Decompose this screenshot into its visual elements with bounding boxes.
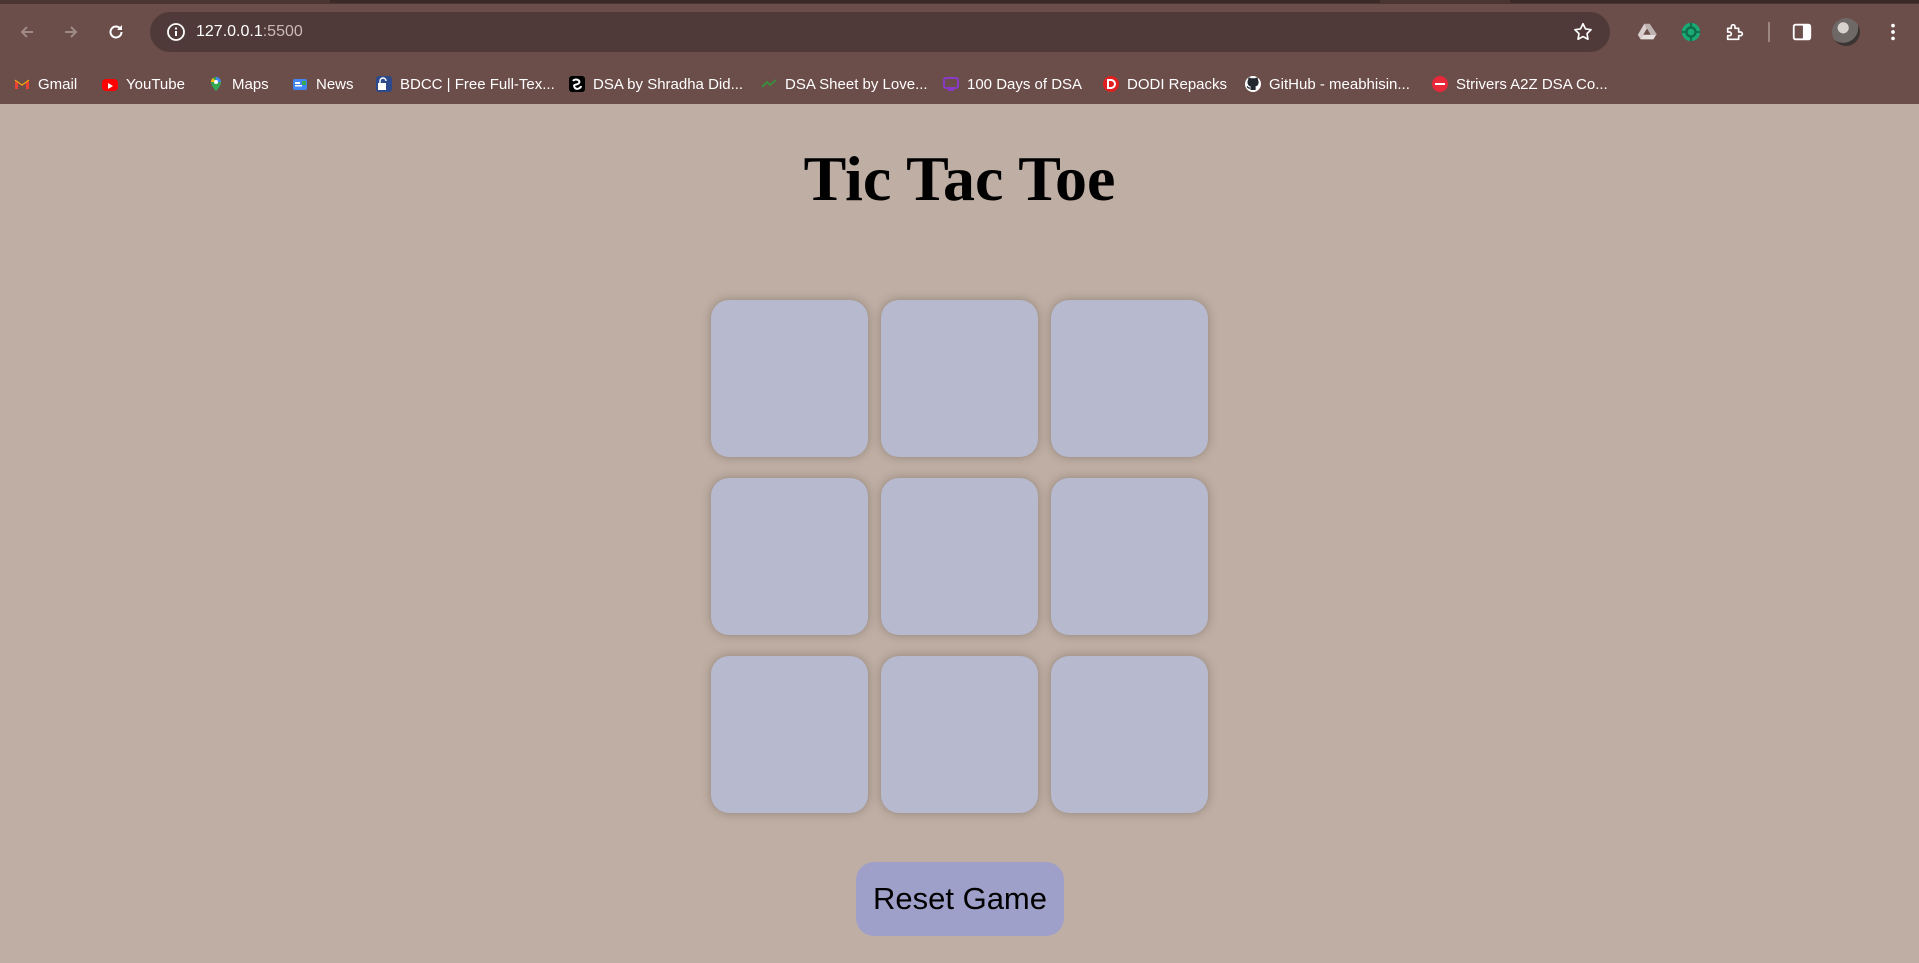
reset-game-button[interactable]: Reset Game	[856, 862, 1064, 936]
bookmark-label: Maps	[232, 75, 269, 93]
side-panel-icon[interactable]	[1788, 18, 1816, 46]
github-icon	[1245, 76, 1261, 92]
tuf-icon	[1432, 76, 1448, 92]
address-bar[interactable]: 127.0.0.1:5500	[150, 12, 1610, 52]
bookmark-label: DSA by Shradha Did...	[593, 75, 744, 93]
news-icon	[292, 76, 308, 92]
youtube-icon	[102, 79, 118, 91]
forward-arrow-icon	[65, 26, 78, 38]
bookmark-label: Strivers A2Z DSA Co...	[1456, 75, 1608, 93]
forward-button[interactable]	[53, 14, 89, 50]
extensions-puzzle-icon[interactable]	[1721, 18, 1749, 46]
reload-icon	[109, 25, 123, 39]
reload-button[interactable]	[98, 14, 134, 50]
bookmark-gmail[interactable]: Gmail	[14, 72, 77, 96]
bookmark-strivers[interactable]: Strivers A2Z DSA Co...	[1432, 72, 1608, 96]
bookmarks-bar: Gmail YouTube Maps News BDCC | Free Full…	[0, 64, 1919, 104]
page-title: Tic Tac Toe	[803, 143, 1116, 214]
url-port: :5500	[262, 23, 303, 40]
chatgpt-extension-icon[interactable]	[1677, 18, 1705, 46]
browser-toolbar: 127.0.0.1:5500	[0, 0, 1919, 64]
board-cell-5[interactable]	[881, 478, 1038, 635]
board-cell-7[interactable]	[711, 656, 868, 813]
bdcc-icon	[376, 76, 392, 92]
bookmark-star-icon[interactable]	[1572, 21, 1594, 43]
bookmark-dodi[interactable]: DODI Repacks	[1103, 72, 1227, 96]
back-button[interactable]	[9, 14, 45, 50]
bookmark-news[interactable]: News	[292, 72, 354, 96]
back-arrow-icon	[20, 26, 33, 38]
tab-strip-active	[330, 0, 1380, 3]
bookmark-youtube[interactable]: YouTube	[102, 72, 185, 96]
bookmark-label: DODI Repacks	[1127, 75, 1228, 93]
bookmark-label: BDCC | Free Full-Tex...	[400, 75, 555, 93]
100-days-icon	[943, 76, 959, 92]
board-cell-3[interactable]	[1051, 300, 1208, 457]
bookmark-label: 100 Days of DSA	[967, 75, 1083, 93]
bookmark-bdcc[interactable]: BDCC | Free Full-Tex...	[376, 72, 555, 96]
tab-strip-inactive	[1510, 0, 1919, 3]
maps-icon	[208, 76, 224, 92]
url-text[interactable]: 127.0.0.1:5500	[196, 23, 303, 41]
url-host: 127.0.0.1	[196, 23, 263, 40]
board-cell-2[interactable]	[881, 300, 1038, 457]
game-board	[711, 300, 1209, 814]
bookmark-label: GitHub - meabhisin...	[1269, 75, 1410, 93]
dsa-shradha-icon	[569, 76, 585, 92]
toolbar-divider	[1768, 22, 1770, 42]
browser-menu-kebab-icon[interactable]	[1879, 18, 1907, 46]
bookmark-label: Gmail	[38, 75, 78, 93]
site-info-icon[interactable]	[164, 20, 188, 44]
bookmark-label: YouTube	[126, 75, 185, 93]
board-cell-4[interactable]	[711, 478, 868, 635]
bookmark-100-days[interactable]: 100 Days of DSA	[943, 72, 1082, 96]
bookmark-github[interactable]: GitHub - meabhisin...	[1245, 72, 1410, 96]
profile-avatar[interactable]	[1832, 18, 1860, 46]
bookmark-maps[interactable]: Maps	[208, 72, 269, 96]
dsa-sheet-icon	[761, 76, 777, 92]
bookmark-dsa-shradha[interactable]: DSA by Shradha Did...	[569, 72, 743, 96]
dodi-icon	[1103, 76, 1119, 92]
board-cell-8[interactable]	[881, 656, 1038, 813]
board-cell-9[interactable]	[1051, 656, 1208, 813]
bookmark-label: News	[316, 75, 354, 93]
bookmark-dsa-sheet[interactable]: DSA Sheet by Love...	[761, 72, 928, 96]
gmail-icon	[14, 76, 30, 92]
board-cell-1[interactable]	[711, 300, 868, 457]
bookmark-label: DSA Sheet by Love...	[785, 75, 928, 93]
google-drive-extension-icon[interactable]	[1633, 18, 1661, 46]
board-cell-6[interactable]	[1051, 478, 1208, 635]
